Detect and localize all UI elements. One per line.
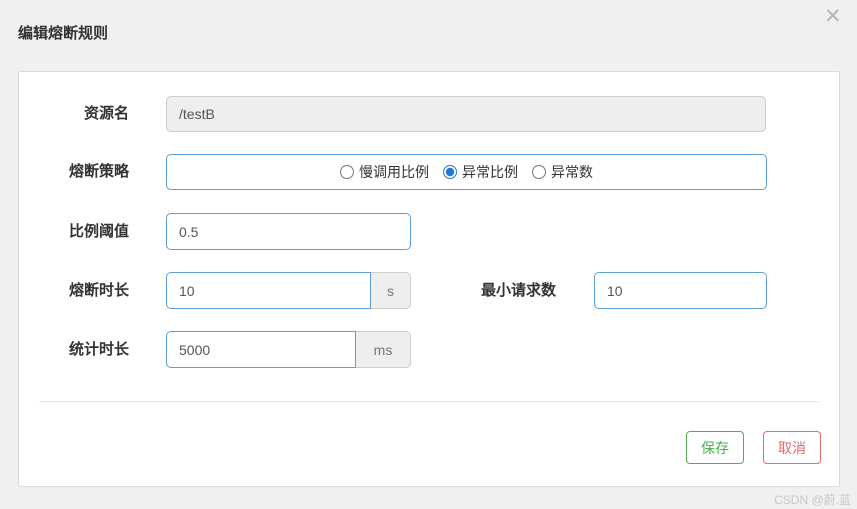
cancel-button[interactable]: 取消	[763, 431, 821, 464]
close-icon[interactable]: ✕	[824, 6, 842, 27]
footer-divider	[39, 401, 819, 402]
ratio-threshold-input[interactable]	[166, 213, 411, 250]
break-duration-label: 熔断时长	[68, 282, 129, 299]
dialog-title: 编辑熔断规则	[18, 25, 109, 42]
exception-count-radio[interactable]	[532, 165, 546, 179]
strategy-option-exception-ratio[interactable]: 异常比例	[443, 162, 518, 182]
exception-count-label: 异常数	[551, 164, 593, 180]
min-requests-input[interactable]	[594, 272, 767, 309]
stat-duration-input[interactable]	[166, 331, 356, 368]
exception-ratio-radio[interactable]	[443, 165, 457, 179]
min-requests-label: 最小请求数	[480, 282, 556, 299]
strategy-label: 熔断策略	[68, 163, 129, 180]
stat-duration-label: 统计时长	[68, 341, 129, 358]
strategy-option-slow-call-ratio[interactable]: 慢调用比例	[340, 162, 429, 182]
strategy-radio-group: 慢调用比例 异常比例 异常数	[166, 154, 767, 190]
resource-name-input	[166, 96, 766, 132]
stat-duration-unit: ms	[356, 331, 411, 368]
ratio-threshold-label: 比例阈值	[68, 223, 129, 240]
csdn-watermark: CSDN @蔚.蓝	[774, 493, 851, 507]
slow-call-ratio-radio[interactable]	[340, 165, 354, 179]
break-duration-unit: s	[371, 272, 411, 309]
save-button[interactable]: 保存	[686, 431, 744, 464]
strategy-option-exception-count[interactable]: 异常数	[532, 162, 593, 182]
exception-ratio-label: 异常比例	[462, 164, 518, 180]
resource-name-label: 资源名	[83, 105, 129, 122]
break-duration-input[interactable]	[166, 272, 371, 309]
slow-call-ratio-label: 慢调用比例	[359, 164, 429, 180]
edit-circuit-breaker-dialog: 编辑熔断规则 ✕ 资源名 熔断策略 慢调用比例 异常比例 异常数 比例阈值 熔断…	[0, 0, 857, 509]
dialog-body-panel: 资源名 熔断策略 慢调用比例 异常比例 异常数 比例阈值 熔断时长 s 最小	[18, 71, 840, 487]
